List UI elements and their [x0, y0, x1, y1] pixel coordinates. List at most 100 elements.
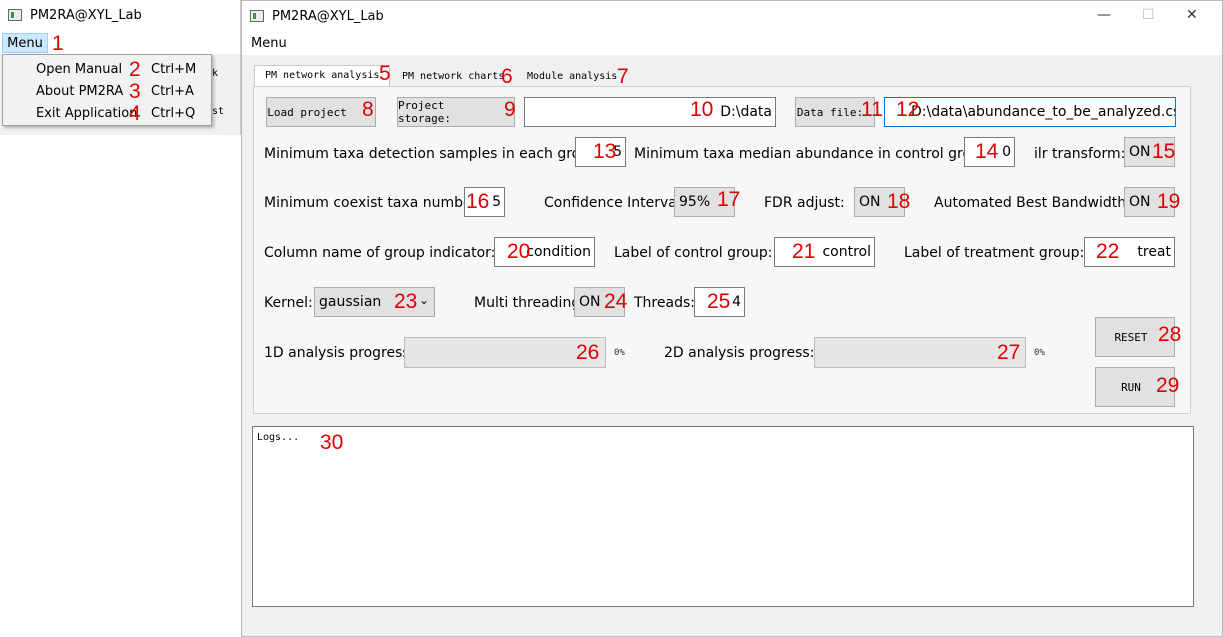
annotation-number: 17 [717, 188, 741, 211]
tab-label: PM network charts [402, 71, 505, 82]
field-value: D:\data [720, 104, 772, 120]
annotation-number: 8 [362, 98, 374, 121]
annotation-number: 27 [997, 341, 1021, 364]
menu-shortcut: Ctrl+A [151, 84, 194, 99]
coexist-label: Minimum coexist taxa number: [264, 195, 482, 211]
annotation-number: 14 [975, 140, 999, 163]
progress-2d-label: 2D analysis progress: [664, 345, 815, 361]
window-title: PM2RA@XYL_Lab [272, 9, 384, 24]
button-label: Project storage: [398, 99, 451, 125]
kernel-label: Kernel: [264, 295, 313, 311]
annotation-number: 6 [501, 65, 513, 88]
peek-text: st [212, 106, 225, 117]
annotation-number: 3 [129, 80, 141, 103]
menu-item-label: Exit Application [36, 106, 138, 121]
annotation-number: 1 [52, 32, 64, 55]
menu-item-label: About PM2RA [36, 84, 124, 99]
load-project-button[interactable]: Load project [266, 97, 376, 127]
project-storage-button[interactable]: Project storage: [397, 97, 515, 127]
menu-shortcut: Ctrl+M [151, 62, 197, 77]
button-label: Data file: [796, 105, 864, 119]
select-value: gaussian [319, 294, 382, 310]
menu-dropdown: Open Manual 2 Ctrl+M About PM2RA 3 Ctrl+… [2, 54, 212, 126]
multithreading-label: Multi threading: [474, 295, 585, 311]
peek-text: k [212, 68, 219, 79]
field-value: control [822, 244, 871, 260]
button-label: RESET [1114, 330, 1148, 344]
progress-1d-percent: 0% [614, 348, 625, 358]
annotation-number: 12 [896, 98, 920, 121]
chevron-down-icon: ⌄ [419, 293, 430, 307]
annotation-number: 29 [1156, 374, 1180, 397]
tab-label: PM network analysis [265, 70, 380, 81]
main-window: PM2RA@XYL_Lab — ☐ ✕ Menu PM network anal… [241, 0, 1223, 637]
menu-shortcut: Ctrl+Q [151, 106, 196, 121]
control-label: Label of control group: [614, 245, 773, 261]
data-file-path-field[interactable]: D:\data\abundance_to_be_analyzed.csv [884, 97, 1176, 127]
field-value: D:\data\abundance_to_be_analyzed.csv [911, 104, 1176, 120]
select-value: 95% [679, 194, 711, 210]
minimize-icon[interactable]: — [1097, 7, 1111, 23]
tab-label: Module analysis [527, 71, 618, 82]
button-label: Load project [267, 105, 347, 119]
annotation-number: 13 [593, 140, 617, 163]
field-value: 4 [732, 294, 741, 310]
menu-item-exit[interactable]: Exit Application 4 Ctrl+Q [3, 102, 211, 125]
annotation-number: 22 [1096, 240, 1120, 263]
annotation-number: 18 [887, 190, 911, 213]
tab-module-analysis[interactable]: Module analysis [517, 69, 629, 87]
menu-item-open-manual[interactable]: Open Manual 2 Ctrl+M [3, 58, 211, 81]
toggle-value: ON [1129, 144, 1151, 160]
storage-path-field[interactable]: D:\data [524, 97, 776, 127]
annotation-number: 10 [690, 98, 714, 121]
back-window-title: PM2RA@XYL_Lab [30, 8, 142, 23]
menu-button[interactable]: Menu [245, 35, 293, 52]
annotation-number: 16 [466, 190, 490, 213]
group-col-label: Column name of group indicator: [264, 245, 496, 261]
min-detection-label: Minimum taxa detection samples in each g… [264, 146, 603, 162]
annotation-number: 26 [576, 341, 600, 364]
menu-item-label: Open Manual [36, 62, 123, 77]
bandwidth-label: Automated Best Bandwidth: [934, 195, 1131, 211]
annotation-number: 4 [129, 102, 141, 125]
annotation-number: 30 [320, 431, 344, 454]
field-value: 5 [492, 194, 501, 210]
toggle-value: ON [579, 294, 601, 310]
ilr-label: ilr transform: [1034, 146, 1126, 162]
menu-bar [242, 33, 1222, 55]
app-icon [8, 9, 22, 21]
annotation-number: 2 [129, 58, 141, 81]
threads-label: Threads: [634, 295, 695, 311]
annotation-number: 21 [792, 240, 816, 263]
fdr-label: FDR adjust: [764, 195, 845, 211]
maximize-icon[interactable]: ☐ [1142, 7, 1155, 23]
toggle-value: ON [1129, 194, 1151, 210]
toggle-value: ON [859, 194, 881, 210]
field-value: 0 [1002, 144, 1011, 160]
control-input[interactable]: control [774, 237, 875, 267]
annotation-number: 9 [504, 98, 516, 121]
back-menu-button[interactable]: Menu [2, 33, 48, 53]
close-icon[interactable]: ✕ [1186, 7, 1198, 23]
annotation-number: 24 [604, 290, 628, 313]
treat-label: Label of treatment group: [904, 245, 1085, 261]
ci-label: Confidence Interval: [544, 195, 686, 211]
tab-pm-network-charts[interactable]: PM network charts [392, 69, 514, 87]
progress-2d-bar [814, 337, 1026, 368]
annotation-number: 20 [507, 240, 531, 263]
title-bar [242, 1, 1222, 33]
field-value: treat [1137, 244, 1171, 260]
button-label: RUN [1121, 380, 1141, 394]
menu-item-about[interactable]: About PM2RA 3 Ctrl+A [3, 80, 211, 103]
annotation-number: 25 [707, 290, 731, 313]
annotation-number: 19 [1157, 190, 1181, 213]
progress-2d-percent: 0% [1034, 348, 1045, 358]
annotation-number: 7 [617, 65, 629, 88]
app-icon [250, 10, 264, 22]
annotation-number: 15 [1152, 140, 1176, 163]
min-median-label: Minimum taxa median abundance in control… [634, 146, 994, 162]
annotation-number: 5 [379, 62, 391, 85]
logs-textarea[interactable]: Logs... 30 [252, 426, 1194, 607]
progress-1d-label: 1D analysis progress: [264, 345, 415, 361]
tab-pm-network-analysis[interactable]: PM network analysis [254, 65, 390, 87]
